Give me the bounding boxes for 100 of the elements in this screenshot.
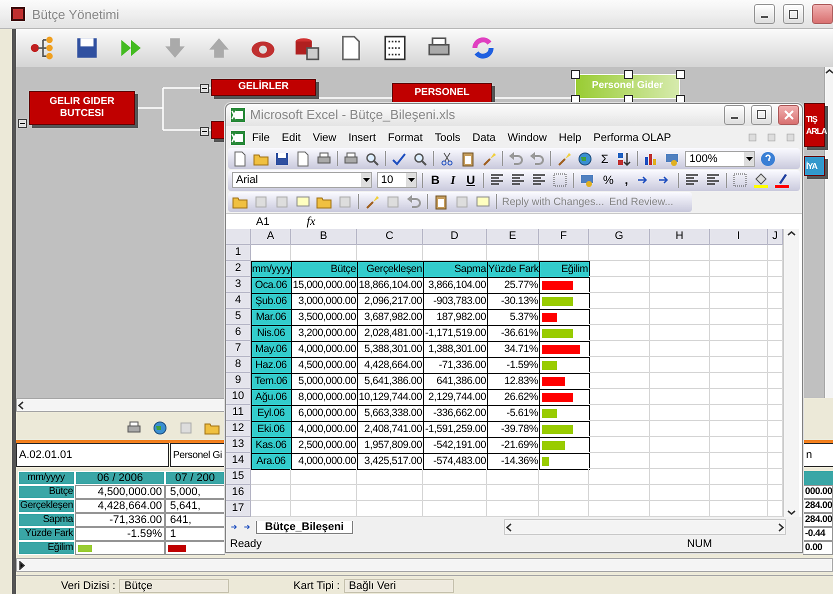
menu-item[interactable]: Data — [466, 132, 502, 144]
sheet-cell[interactable] — [423, 501, 487, 518]
sheet-cell[interactable] — [650, 245, 710, 262]
sheet-cell[interactable] — [650, 277, 710, 294]
refresh-icon[interactable] — [470, 34, 496, 61]
sheet-cell[interactable] — [589, 421, 650, 438]
sheet-cell[interactable] — [589, 341, 650, 358]
row-number[interactable]: 13 — [226, 437, 251, 454]
sheet-cell[interactable] — [291, 501, 357, 518]
ink-icon[interactable] — [556, 150, 572, 167]
sheet-cell[interactable] — [650, 293, 710, 310]
hyperlink-icon[interactable] — [577, 150, 593, 167]
sheet-cell[interactable] — [710, 501, 768, 518]
format-button[interactable]: I — [448, 172, 458, 188]
format-button[interactable]: B — [428, 173, 443, 188]
comma-button[interactable]: , — [622, 173, 632, 188]
ink-icon[interactable] — [364, 194, 380, 210]
menu-item[interactable]: Format — [382, 132, 429, 144]
column-header[interactable]: D — [423, 229, 487, 246]
menu-item[interactable]: File — [246, 132, 276, 144]
sheet-cell[interactable] — [487, 469, 539, 486]
sheet-cell[interactable] — [710, 373, 768, 390]
sheet-cell[interactable] — [589, 261, 650, 278]
sheet-cell[interactable] — [710, 245, 768, 262]
sheet-cell[interactable] — [589, 309, 650, 326]
sheet-cell[interactable] — [650, 261, 710, 278]
sheet-cell[interactable] — [710, 469, 768, 486]
new-file-icon[interactable] — [232, 150, 248, 167]
sheet-cell[interactable] — [423, 485, 487, 502]
research-icon[interactable] — [412, 150, 428, 167]
maximize-button[interactable] — [751, 104, 772, 125]
row-number[interactable]: 1 — [226, 245, 251, 262]
sheet-cell[interactable] — [710, 293, 768, 310]
font-size-dropdown[interactable]: 10 — [377, 172, 417, 188]
collapse-icon[interactable] — [200, 126, 209, 136]
row-number[interactable]: 11 — [226, 405, 251, 422]
sheet-cell[interactable] — [487, 501, 539, 518]
sheet-cell[interactable] — [650, 437, 710, 454]
diagram-node[interactable]: GELIR GIDER BUTCESI — [29, 90, 135, 125]
row-number[interactable]: 9 — [226, 373, 251, 390]
close-button[interactable] — [812, 4, 833, 24]
diagram-node[interactable] — [211, 120, 225, 139]
resize-handle[interactable] — [676, 70, 685, 79]
format-button[interactable]: U — [463, 173, 478, 188]
sheet-cell[interactable] — [589, 405, 650, 422]
sheet-cell[interactable] — [589, 389, 650, 406]
sheet-cell[interactable] — [589, 453, 650, 470]
sheet-cell[interactable] — [710, 405, 768, 422]
sort-icon[interactable] — [616, 150, 632, 167]
merge-icon[interactable] — [552, 172, 568, 188]
horizontal-scrollbar[interactable] — [16, 558, 833, 572]
insert-function-button[interactable]: fx — [296, 214, 326, 230]
row-number[interactable]: 15 — [226, 469, 251, 486]
name-box[interactable]: A1 — [226, 216, 296, 228]
row-number[interactable]: 3 — [226, 277, 251, 294]
sheet-cell[interactable] — [589, 437, 650, 454]
diagram-node[interactable]: PERSONEL — [392, 82, 492, 104]
sheet-cell[interactable] — [650, 341, 710, 358]
resize-handle[interactable] — [571, 70, 580, 79]
sheet-cell[interactable] — [589, 485, 650, 502]
sheet-cell[interactable] — [650, 501, 710, 518]
sheet-cell[interactable] — [423, 469, 487, 486]
collapse-icon[interactable] — [200, 84, 209, 93]
column-header[interactable]: G — [589, 229, 650, 246]
sheet-cell[interactable] — [589, 325, 650, 342]
sheet-cell[interactable] — [539, 469, 589, 486]
percent-button[interactable]: % — [600, 173, 617, 188]
fill-color-icon[interactable] — [753, 172, 770, 188]
sheet-cell[interactable] — [650, 453, 710, 470]
paste-icon[interactable] — [460, 150, 476, 167]
column-header[interactable]: J — [768, 229, 783, 246]
select-all-button[interactable] — [226, 229, 251, 246]
row-number[interactable]: 12 — [226, 421, 251, 438]
collapse-icon[interactable] — [18, 118, 27, 128]
minimize-button[interactable] — [754, 4, 775, 24]
vertical-scrollbar[interactable] — [783, 229, 799, 518]
row-number[interactable]: 8 — [226, 357, 251, 374]
row-number[interactable]: 6 — [226, 325, 251, 342]
sheet-cell[interactable] — [650, 405, 710, 422]
sheet-cell[interactable] — [710, 357, 768, 374]
column-header[interactable]: H — [650, 229, 710, 246]
sheet-cell[interactable] — [650, 485, 710, 502]
horizontal-scrollbar[interactable] — [16, 398, 225, 412]
help-icon[interactable] — [760, 150, 776, 167]
column-header[interactable]: F — [539, 229, 589, 246]
sheet-cell[interactable] — [251, 501, 291, 518]
menu-item[interactable]: View — [306, 132, 342, 144]
column-header[interactable]: B — [291, 229, 357, 246]
menu-item[interactable]: Insert — [342, 132, 382, 144]
sheet-cell[interactable] — [710, 389, 768, 406]
menu-item[interactable]: Window — [502, 132, 553, 144]
sheet-cell[interactable] — [650, 373, 710, 390]
sheet-cell[interactable] — [710, 325, 768, 342]
sheet-cell[interactable] — [251, 485, 291, 502]
borders-icon[interactable] — [732, 172, 748, 188]
sheet-cell[interactable] — [650, 309, 710, 326]
sheet-cell[interactable] — [710, 261, 768, 278]
sheet-tab[interactable]: Bütçe_Bileşeni — [256, 520, 353, 534]
redo-icon[interactable] — [529, 150, 545, 167]
row-number[interactable]: 5 — [226, 309, 251, 326]
